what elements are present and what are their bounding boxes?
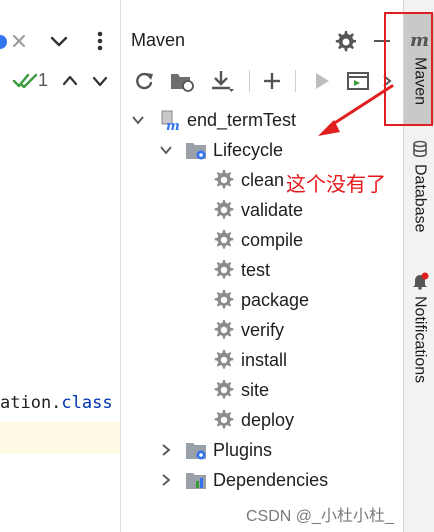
tree-node-label: test (241, 259, 271, 280)
annotation-text: 这个没有了 (286, 172, 386, 196)
phase-gear-icon (214, 259, 234, 279)
tree-node-phase[interactable]: site (213, 375, 269, 405)
tree-node-label: end_termTest (187, 109, 297, 130)
database-tool-tab[interactable]: Database (404, 140, 434, 250)
add-button[interactable] (257, 66, 287, 96)
reload-folder-button[interactable] (167, 66, 197, 96)
phase-gear-icon (214, 199, 234, 219)
phase-gear-icon (214, 349, 234, 369)
notifications-tab-label: Notifications (411, 296, 429, 384)
double-check-icon[interactable] (10, 70, 40, 92)
expand-caret-icon[interactable] (159, 143, 173, 157)
tree-node-label: clean (241, 169, 285, 190)
close-tab-icon (13, 35, 25, 47)
tree-node-phase[interactable]: validate (213, 195, 303, 225)
dependencies-icon (186, 473, 206, 489)
tree-node-plugins[interactable]: Plugins (185, 435, 272, 465)
maven-module-icon: m (161, 110, 180, 131)
panel-title: Maven (131, 30, 186, 50)
code-line: ation.class (0, 393, 113, 413)
database-icon (412, 140, 427, 158)
chevron-down-icon (92, 76, 108, 87)
tree-node-phase[interactable]: install (213, 345, 287, 375)
tree-node-phase[interactable]: verify (213, 315, 284, 345)
watermark: CSDN @_小杜小杜_ (246, 508, 394, 525)
settings-gear-icon[interactable] (334, 30, 356, 52)
tree-node-label: deploy (241, 409, 295, 430)
tree-node-label: package (241, 289, 310, 310)
tree-node-dependencies[interactable]: Dependencies (185, 465, 328, 495)
phase-gear-icon (214, 169, 234, 189)
tree-node-label: validate (241, 199, 304, 220)
folder-sync-icon (171, 74, 194, 92)
phase-gear-icon (214, 379, 234, 399)
phase-gear-icon (214, 319, 234, 339)
toolbar-separator (249, 70, 250, 92)
more-vertical-icon (97, 31, 103, 51)
phase-gear-icon (214, 229, 234, 249)
tree-node-label: Dependencies (213, 469, 329, 490)
annotation-arrow-icon (318, 84, 394, 136)
tree-node-label: Lifecycle (213, 139, 284, 160)
phase-gear-icon (214, 289, 234, 309)
svg-text:m: m (166, 119, 180, 131)
lifecycle-folder-icon (186, 143, 206, 160)
bell-icon (412, 272, 428, 290)
editor-tab-controls (0, 31, 103, 51)
caret-line-highlight (0, 422, 120, 454)
chevron-down-icon (50, 36, 68, 47)
tree-node-label: Plugins (213, 439, 273, 460)
nav-arrows (62, 75, 108, 87)
notifications-tool-tab[interactable]: Notifications (404, 272, 434, 402)
tree-node-phase[interactable]: test (213, 255, 270, 285)
tree-node-label: site (241, 379, 270, 400)
code-keyword: class (61, 393, 113, 413)
database-tab-label: Database (411, 164, 429, 233)
download-button[interactable] (207, 66, 237, 96)
tree-node-phase[interactable]: deploy (213, 405, 294, 435)
download-icon (212, 71, 234, 92)
tree-node-phase[interactable]: clean (213, 165, 284, 195)
tree-node-phase[interactable]: package (213, 285, 309, 315)
tree-node-project[interactable]: m end_termTest (159, 105, 296, 135)
toolbar-separator (295, 70, 296, 92)
plugins-folder-icon (186, 443, 206, 460)
chevron-up-icon (62, 75, 78, 86)
tree-node-phase[interactable]: compile (213, 225, 303, 255)
plus-icon (264, 73, 280, 89)
collapse-caret-icon[interactable] (159, 473, 173, 487)
tree-node-label: verify (241, 319, 285, 340)
reload-icon (136, 72, 153, 90)
code-text: ation. (0, 393, 62, 413)
reload-button[interactable] (129, 66, 159, 96)
tree-node-label: compile (241, 229, 304, 250)
collapse-caret-icon[interactable] (159, 443, 173, 457)
inspection-count: 1 (38, 70, 49, 90)
editor-area: 1 ation.class (0, 0, 120, 532)
phase-gear-icon (214, 409, 234, 429)
expand-caret-icon[interactable] (131, 113, 145, 127)
tree-node-label: install (241, 349, 288, 370)
tab-indicator-icon (0, 35, 7, 49)
tree-node-lifecycle[interactable]: Lifecycle (185, 135, 283, 165)
